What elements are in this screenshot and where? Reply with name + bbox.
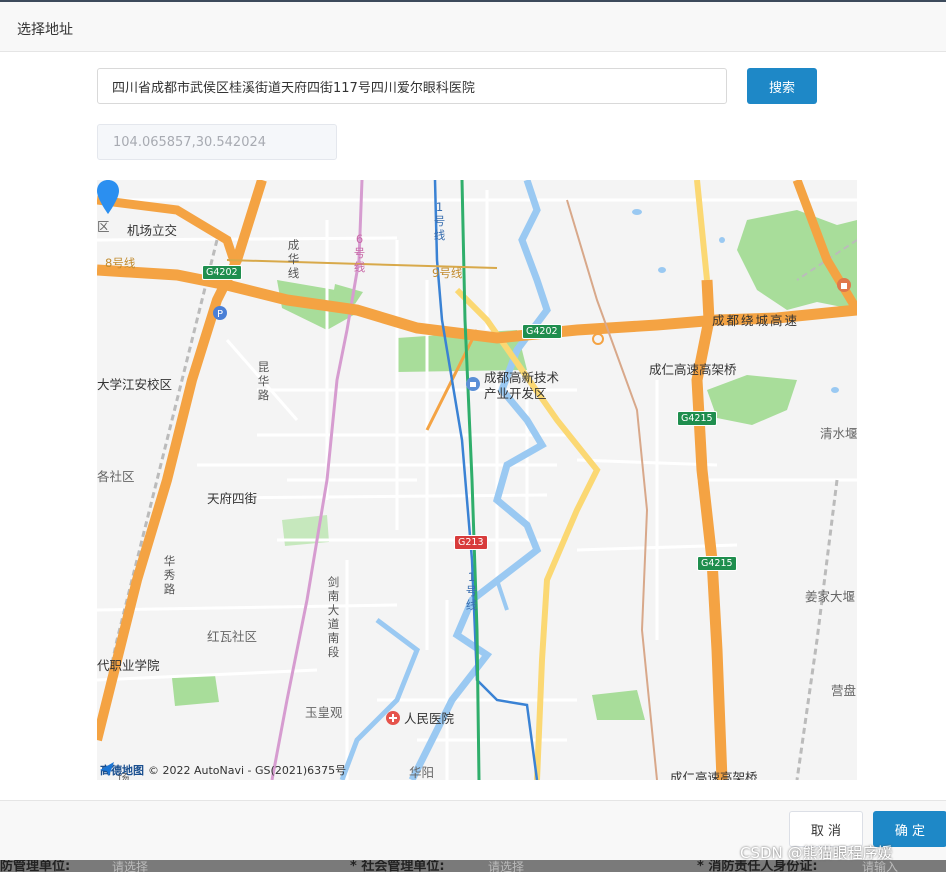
dialog-title: 选择地址 bbox=[17, 22, 73, 38]
park-area bbox=[707, 375, 797, 425]
map-label-yingpan: 营盘 bbox=[831, 683, 857, 698]
csdn-watermark: CSDN @熊猫眼程序媛 bbox=[740, 844, 893, 862]
map-label-hitech: 成都高新技术 bbox=[484, 370, 560, 385]
address-input[interactable] bbox=[97, 68, 727, 104]
map-label-airport: 机场立交 bbox=[127, 223, 178, 238]
water-pond bbox=[831, 387, 839, 393]
map-label-college: 代职业学院 bbox=[97, 658, 160, 673]
map-label-line1-top: 1号线 bbox=[433, 200, 446, 242]
park-area bbox=[737, 210, 857, 310]
river bbox=[495, 579, 509, 611]
map-shield-g213: G213 bbox=[454, 535, 488, 550]
bg-form-placeholder-2: 请选择 bbox=[488, 860, 525, 872]
water-pond bbox=[719, 237, 725, 243]
bg-form-placeholder-1: 请选择 bbox=[112, 860, 149, 872]
highway bbox=[691, 279, 728, 780]
svg-text:P: P bbox=[217, 309, 223, 320]
map-label-qingshui: 清水堰 bbox=[820, 426, 857, 441]
map-label-line1-mid: 1号线 bbox=[465, 570, 478, 612]
map-label-yuhuang: 玉皇观 bbox=[305, 705, 343, 720]
map-label-huayang: 华阳 bbox=[409, 765, 435, 780]
map-label-hitech2: 产业开发区 bbox=[484, 386, 547, 401]
map-label-jiannan: 剑南大道南段 bbox=[327, 575, 340, 659]
map-label-tianfu4: 天府四街 bbox=[207, 491, 258, 506]
map-label-huaxiu: 华秀路 bbox=[163, 554, 176, 596]
park-area bbox=[592, 690, 645, 720]
map-shield-g4202-b: G4202 bbox=[522, 324, 562, 339]
temple-poi-icon bbox=[837, 278, 851, 292]
map-shield-g4215-a: G4215 bbox=[677, 411, 717, 426]
coordinates-input bbox=[97, 124, 337, 160]
park-area bbox=[172, 675, 219, 706]
map-label-chengren: 成仁高速高架桥 bbox=[649, 362, 737, 377]
map-label-line8: 8号线 bbox=[105, 256, 136, 270]
map-attribution: 高德地图 © 2022 AutoNavi - GS(2021)6375号 bbox=[100, 762, 346, 778]
bg-form-label-2: * 社会管理单位: bbox=[350, 860, 445, 872]
map-label-kunhua: 昆华路 bbox=[257, 360, 270, 402]
dialog-header: 选择地址 bbox=[0, 2, 946, 52]
water-pond bbox=[658, 267, 666, 273]
interchange-poi-icon bbox=[592, 333, 604, 345]
map-label-campus: 大学江安校区 bbox=[97, 377, 173, 392]
location-pin-icon[interactable] bbox=[97, 180, 119, 214]
search-button[interactable]: 搜索 bbox=[747, 68, 817, 104]
arterial-road bbox=[694, 180, 710, 281]
map-label-ring-expressway: 成都绕城高速 bbox=[712, 313, 800, 328]
parking-poi-icon: P bbox=[213, 306, 227, 320]
map-label-edge-left: 区 bbox=[97, 219, 110, 234]
map-attribution-text: © 2022 AutoNavi - GS(2021)6375号 bbox=[148, 764, 347, 777]
map-label-line6: 6号线 bbox=[353, 232, 366, 274]
map-label-line9: 9号线 bbox=[432, 266, 463, 280]
water-pond bbox=[632, 209, 642, 215]
map-label-jiangjia: 姜家大堰 bbox=[805, 589, 856, 604]
amap-logo-icon bbox=[100, 762, 114, 776]
map-label-hongwa: 红瓦社区 bbox=[207, 629, 258, 644]
map-label-chenghua: 成华线 bbox=[287, 238, 300, 280]
map-label-community-left: 各社区 bbox=[97, 469, 135, 484]
bg-form-label-1: 防管理单位: bbox=[0, 860, 71, 872]
government-poi-icon bbox=[466, 377, 480, 391]
rail-line bbox=[795, 479, 839, 780]
map-shield-g4202-a: G4202 bbox=[202, 265, 242, 280]
map-view[interactable]: 机场立交 大学江安校区 各社区 天府四街 红瓦社区 代职业学院 玉皇观 人民医院… bbox=[97, 180, 857, 780]
map-label-hospital: 人民医院 bbox=[404, 711, 455, 726]
hospital-poi-icon bbox=[386, 711, 400, 725]
map-shield-g4215-b: G4215 bbox=[697, 556, 737, 571]
map-label-chengren-bottom: 成仁高速高架桥 bbox=[670, 770, 758, 781]
